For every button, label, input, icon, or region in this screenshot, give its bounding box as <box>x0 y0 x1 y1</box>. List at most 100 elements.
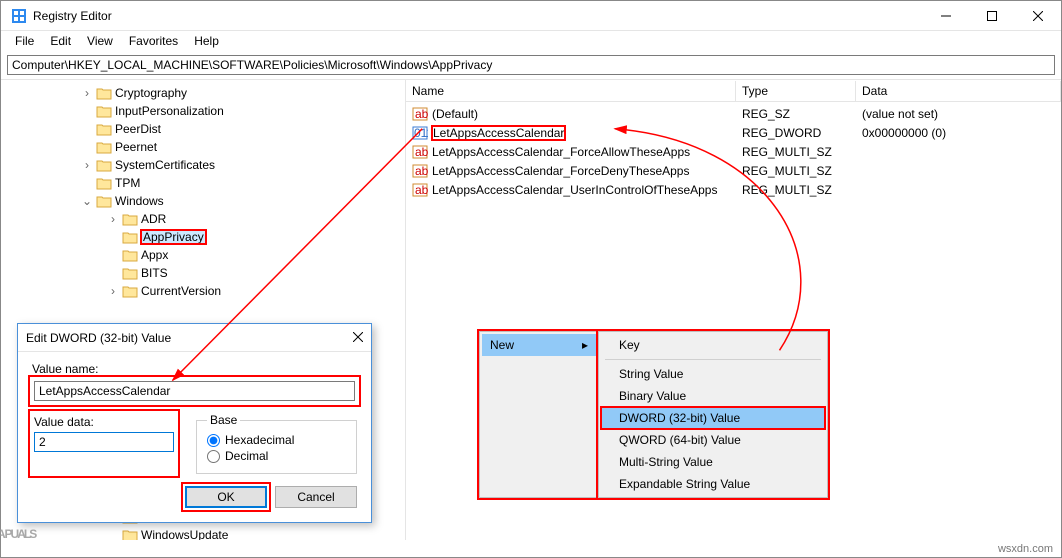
value-row[interactable]: ab LetAppsAccessCalendar_ForceAllowTheseA… <box>406 142 1061 161</box>
dialog-titlebar: Edit DWORD (32-bit) Value <box>18 324 371 352</box>
radio-hex-label: Hexadecimal <box>225 433 294 447</box>
ctx-item[interactable]: QWORD (64-bit) Value <box>601 429 825 451</box>
value-data: 0x00000000 (0) <box>856 126 1061 140</box>
value-type: REG_DWORD <box>736 126 856 140</box>
col-data[interactable]: Data <box>856 81 1061 101</box>
tree-node[interactable]: › SystemCertificates <box>81 156 405 174</box>
tree-node[interactable]: ›AppPrivacy <box>81 228 405 246</box>
tree-node[interactable]: › Cryptography <box>81 84 405 102</box>
base-legend: Base <box>207 413 240 427</box>
value-row[interactable]: ab (Default) REG_SZ(value not set) <box>406 104 1061 123</box>
value-row[interactable]: abLetAppsAccessCalendar_UserInControlOfT… <box>406 180 1061 199</box>
context-menu: New ▸ Key String ValueBinary ValueDWORD (… <box>479 331 828 498</box>
menubar: File Edit View Favorites Help <box>1 31 1061 51</box>
menu-edit[interactable]: Edit <box>42 32 79 50</box>
menu-favorites[interactable]: Favorites <box>121 32 186 50</box>
tree-node[interactable]: › ADR <box>81 210 405 228</box>
tree-node[interactable]: ⌄ Windows <box>81 192 405 210</box>
value-type: REG_SZ <box>736 107 856 121</box>
tree-label: CurrentVersion <box>141 284 221 298</box>
expand-icon[interactable]: › <box>81 86 93 100</box>
expand-icon[interactable]: › <box>81 158 93 172</box>
value-row[interactable]: ab LetAppsAccessCalendar_ForceDenyTheseAp… <box>406 161 1061 180</box>
tree-node[interactable]: ›Peernet <box>81 138 405 156</box>
dialog-title: Edit DWORD (32-bit) Value <box>26 331 171 345</box>
window-title: Registry Editor <box>33 9 112 23</box>
ctx-item[interactable]: Expandable String Value <box>601 473 825 495</box>
tree-node[interactable]: › CurrentVersion <box>81 282 405 300</box>
value-data-input[interactable] <box>34 432 174 452</box>
context-submenu: Key String ValueBinary ValueDWORD (32-bit… <box>598 331 828 498</box>
tree-label: TPM <box>115 176 140 190</box>
details-header: Name Type Data <box>406 80 1061 102</box>
tree-node[interactable]: ›BITS <box>81 264 405 282</box>
value-name: LetAppsAccessCalendar_ForceAllowTheseApp… <box>432 145 690 159</box>
tree-label: Cryptography <box>115 86 187 100</box>
value-name-input[interactable] <box>34 381 355 401</box>
value-data: (value not set) <box>856 107 1061 121</box>
tree-node[interactable]: ›TPM <box>81 174 405 192</box>
context-menu-new[interactable]: New ▸ <box>479 331 599 498</box>
tree-label: BITS <box>141 266 168 280</box>
cancel-button[interactable]: Cancel <box>275 486 357 508</box>
tree-label: Peernet <box>115 140 157 154</box>
dialog-close-button[interactable] <box>353 331 363 345</box>
close-button[interactable] <box>1015 1 1061 31</box>
expand-icon[interactable]: › <box>107 212 119 226</box>
value-type: REG_MULTI_SZ <box>736 145 856 159</box>
ctx-new-label: New <box>490 338 514 352</box>
tree-label: Appx <box>141 248 168 262</box>
maximize-button[interactable] <box>969 1 1015 31</box>
address-bar-wrap: Computer\HKEY_LOCAL_MACHINE\SOFTWARE\Pol… <box>1 51 1061 80</box>
regedit-icon <box>11 8 27 24</box>
value-name: (Default) <box>432 107 478 121</box>
watermark-logo: A PUALS <box>0 491 35 551</box>
expand-icon[interactable]: ⌄ <box>81 194 93 208</box>
menu-help[interactable]: Help <box>186 32 227 50</box>
ctx-item[interactable]: Binary Value <box>601 385 825 407</box>
svg-text:ab: ab <box>415 164 428 178</box>
address-bar[interactable]: Computer\HKEY_LOCAL_MACHINE\SOFTWARE\Pol… <box>7 55 1055 75</box>
tree-label: WindowsUpdate <box>141 528 228 540</box>
edit-dword-dialog: Edit DWORD (32-bit) Value Value name: Va… <box>17 323 372 523</box>
menu-view[interactable]: View <box>79 32 121 50</box>
value-name: LetAppsAccessCalendar_ForceDenyTheseApps <box>432 164 689 178</box>
chevron-right-icon: ▸ <box>582 338 588 352</box>
tree-node[interactable]: ›PeerDist <box>81 120 405 138</box>
radio-dec-label: Decimal <box>225 449 268 463</box>
tree-label: SystemCertificates <box>115 158 215 172</box>
minimize-button[interactable] <box>923 1 969 31</box>
menu-file[interactable]: File <box>7 32 42 50</box>
svg-text:ab: ab <box>415 145 428 159</box>
svg-text:ab: ab <box>415 107 428 121</box>
ctx-item[interactable]: Multi-String Value <box>601 451 825 473</box>
value-data-label: Value data: <box>34 415 174 429</box>
value-row[interactable]: 011 LetAppsAccessCalendar REG_DWORD0x00000… <box>406 123 1061 142</box>
svg-text:011: 011 <box>414 126 428 140</box>
titlebar: Registry Editor <box>1 1 1061 31</box>
tree-node[interactable]: ›Appx <box>81 246 405 264</box>
tree-node[interactable]: ›WindowsUpdate <box>81 526 405 540</box>
radio-dec[interactable] <box>207 450 220 463</box>
base-group: Base Hexadecimal Decimal <box>196 413 357 474</box>
col-name[interactable]: Name <box>406 81 736 101</box>
tree-label: Windows <box>115 194 164 208</box>
value-type: REG_MULTI_SZ <box>736 164 856 178</box>
radio-hex[interactable] <box>207 434 220 447</box>
value-name: LetAppsAccessCalendar <box>432 126 565 140</box>
col-type[interactable]: Type <box>736 81 856 101</box>
svg-text:ab: ab <box>415 183 428 197</box>
tree-label: PeerDist <box>115 122 161 136</box>
value-name-label: Value name: <box>32 362 357 376</box>
ok-button[interactable]: OK <box>185 486 267 508</box>
ctx-item[interactable]: DWORD (32-bit) Value <box>601 407 825 429</box>
tree-node[interactable]: ›InputPersonalization <box>81 102 405 120</box>
expand-icon[interactable]: › <box>107 284 119 298</box>
ctx-item[interactable]: String Value <box>601 363 825 385</box>
ctx-item[interactable]: Key <box>601 334 825 356</box>
tree-label: AppPrivacy <box>141 230 206 244</box>
menu-divider <box>605 359 821 360</box>
tree-label: InputPersonalization <box>115 104 224 118</box>
value-type: REG_MULTI_SZ <box>736 183 856 197</box>
tree-label: ADR <box>141 212 166 226</box>
